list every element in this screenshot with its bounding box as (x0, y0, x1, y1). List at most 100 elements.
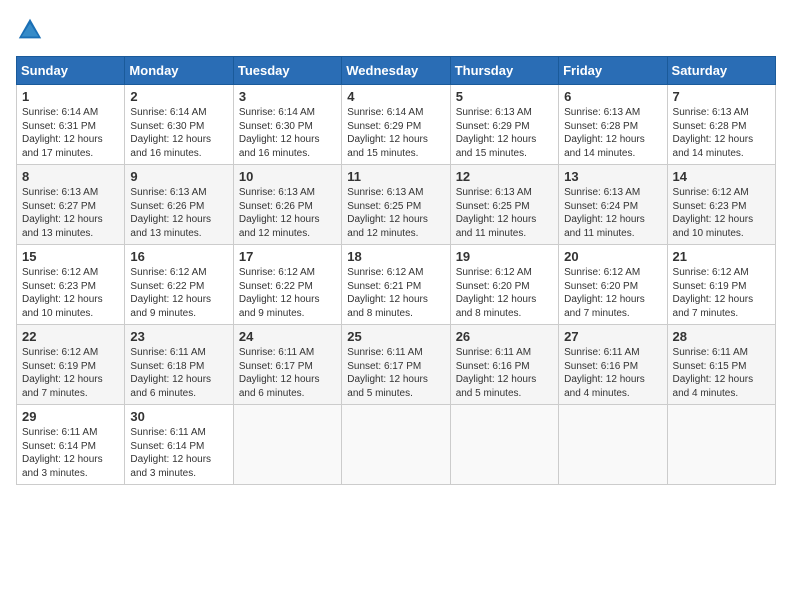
day-info: Sunrise: 6:14 AM Sunset: 6:30 PM Dayligh… (130, 106, 227, 160)
calendar-cell: 18 Sunrise: 6:12 AM Sunset: 6:21 PM Dayl… (342, 245, 450, 325)
calendar-cell: 8 Sunrise: 6:13 AM Sunset: 6:27 PM Dayli… (17, 165, 125, 245)
calendar-cell (450, 405, 558, 485)
day-info: Sunrise: 6:12 AM Sunset: 6:21 PM Dayligh… (347, 266, 444, 320)
day-number: 1 (22, 89, 119, 104)
page-header (16, 16, 776, 44)
calendar-cell: 30 Sunrise: 6:11 AM Sunset: 6:14 PM Dayl… (125, 405, 233, 485)
day-number: 28 (673, 329, 770, 344)
day-number: 4 (347, 89, 444, 104)
logo (16, 16, 48, 44)
calendar-cell: 3 Sunrise: 6:14 AM Sunset: 6:30 PM Dayli… (233, 85, 341, 165)
calendar-cell: 27 Sunrise: 6:11 AM Sunset: 6:16 PM Dayl… (559, 325, 667, 405)
day-info: Sunrise: 6:11 AM Sunset: 6:16 PM Dayligh… (564, 346, 661, 400)
calendar-cell: 20 Sunrise: 6:12 AM Sunset: 6:20 PM Dayl… (559, 245, 667, 325)
day-number: 7 (673, 89, 770, 104)
calendar-cell: 26 Sunrise: 6:11 AM Sunset: 6:16 PM Dayl… (450, 325, 558, 405)
day-number: 16 (130, 249, 227, 264)
day-number: 13 (564, 169, 661, 184)
calendar-cell: 1 Sunrise: 6:14 AM Sunset: 6:31 PM Dayli… (17, 85, 125, 165)
day-info: Sunrise: 6:14 AM Sunset: 6:29 PM Dayligh… (347, 106, 444, 160)
day-number: 30 (130, 409, 227, 424)
calendar-cell: 7 Sunrise: 6:13 AM Sunset: 6:28 PM Dayli… (667, 85, 775, 165)
calendar-cell (667, 405, 775, 485)
calendar-cell: 11 Sunrise: 6:13 AM Sunset: 6:25 PM Dayl… (342, 165, 450, 245)
day-number: 2 (130, 89, 227, 104)
day-number: 24 (239, 329, 336, 344)
calendar-cell: 17 Sunrise: 6:12 AM Sunset: 6:22 PM Dayl… (233, 245, 341, 325)
calendar-cell: 14 Sunrise: 6:12 AM Sunset: 6:23 PM Dayl… (667, 165, 775, 245)
day-info: Sunrise: 6:14 AM Sunset: 6:30 PM Dayligh… (239, 106, 336, 160)
day-info: Sunrise: 6:13 AM Sunset: 6:28 PM Dayligh… (564, 106, 661, 160)
logo-icon (16, 16, 44, 44)
day-number: 25 (347, 329, 444, 344)
day-number: 19 (456, 249, 553, 264)
col-header-friday: Friday (559, 57, 667, 85)
day-info: Sunrise: 6:11 AM Sunset: 6:16 PM Dayligh… (456, 346, 553, 400)
calendar-cell: 23 Sunrise: 6:11 AM Sunset: 6:18 PM Dayl… (125, 325, 233, 405)
calendar-week-row: 15 Sunrise: 6:12 AM Sunset: 6:23 PM Dayl… (17, 245, 776, 325)
day-number: 26 (456, 329, 553, 344)
day-info: Sunrise: 6:12 AM Sunset: 6:19 PM Dayligh… (673, 266, 770, 320)
calendar-cell: 12 Sunrise: 6:13 AM Sunset: 6:25 PM Dayl… (450, 165, 558, 245)
day-number: 22 (22, 329, 119, 344)
day-number: 27 (564, 329, 661, 344)
day-info: Sunrise: 6:11 AM Sunset: 6:14 PM Dayligh… (22, 426, 119, 480)
calendar-cell: 28 Sunrise: 6:11 AM Sunset: 6:15 PM Dayl… (667, 325, 775, 405)
day-info: Sunrise: 6:12 AM Sunset: 6:22 PM Dayligh… (130, 266, 227, 320)
day-number: 11 (347, 169, 444, 184)
day-number: 9 (130, 169, 227, 184)
day-info: Sunrise: 6:11 AM Sunset: 6:14 PM Dayligh… (130, 426, 227, 480)
day-info: Sunrise: 6:12 AM Sunset: 6:22 PM Dayligh… (239, 266, 336, 320)
col-header-thursday: Thursday (450, 57, 558, 85)
day-info: Sunrise: 6:13 AM Sunset: 6:28 PM Dayligh… (673, 106, 770, 160)
calendar-cell: 15 Sunrise: 6:12 AM Sunset: 6:23 PM Dayl… (17, 245, 125, 325)
calendar-table: SundayMondayTuesdayWednesdayThursdayFrid… (16, 56, 776, 485)
calendar-week-row: 1 Sunrise: 6:14 AM Sunset: 6:31 PM Dayli… (17, 85, 776, 165)
calendar-cell (559, 405, 667, 485)
day-info: Sunrise: 6:12 AM Sunset: 6:23 PM Dayligh… (22, 266, 119, 320)
day-info: Sunrise: 6:14 AM Sunset: 6:31 PM Dayligh… (22, 106, 119, 160)
day-info: Sunrise: 6:12 AM Sunset: 6:19 PM Dayligh… (22, 346, 119, 400)
day-number: 21 (673, 249, 770, 264)
day-info: Sunrise: 6:12 AM Sunset: 6:23 PM Dayligh… (673, 186, 770, 240)
calendar-cell: 4 Sunrise: 6:14 AM Sunset: 6:29 PM Dayli… (342, 85, 450, 165)
day-info: Sunrise: 6:12 AM Sunset: 6:20 PM Dayligh… (564, 266, 661, 320)
day-number: 17 (239, 249, 336, 264)
day-info: Sunrise: 6:13 AM Sunset: 6:26 PM Dayligh… (130, 186, 227, 240)
day-number: 12 (456, 169, 553, 184)
calendar-cell: 25 Sunrise: 6:11 AM Sunset: 6:17 PM Dayl… (342, 325, 450, 405)
calendar-cell (233, 405, 341, 485)
col-header-saturday: Saturday (667, 57, 775, 85)
calendar-cell: 10 Sunrise: 6:13 AM Sunset: 6:26 PM Dayl… (233, 165, 341, 245)
col-header-sunday: Sunday (17, 57, 125, 85)
calendar-week-row: 8 Sunrise: 6:13 AM Sunset: 6:27 PM Dayli… (17, 165, 776, 245)
day-number: 20 (564, 249, 661, 264)
calendar-cell: 19 Sunrise: 6:12 AM Sunset: 6:20 PM Dayl… (450, 245, 558, 325)
calendar-header-row: SundayMondayTuesdayWednesdayThursdayFrid… (17, 57, 776, 85)
calendar-week-row: 22 Sunrise: 6:12 AM Sunset: 6:19 PM Dayl… (17, 325, 776, 405)
day-number: 29 (22, 409, 119, 424)
calendar-week-row: 29 Sunrise: 6:11 AM Sunset: 6:14 PM Dayl… (17, 405, 776, 485)
day-number: 3 (239, 89, 336, 104)
day-info: Sunrise: 6:11 AM Sunset: 6:18 PM Dayligh… (130, 346, 227, 400)
calendar-cell: 2 Sunrise: 6:14 AM Sunset: 6:30 PM Dayli… (125, 85, 233, 165)
day-number: 23 (130, 329, 227, 344)
calendar-cell: 6 Sunrise: 6:13 AM Sunset: 6:28 PM Dayli… (559, 85, 667, 165)
day-info: Sunrise: 6:13 AM Sunset: 6:24 PM Dayligh… (564, 186, 661, 240)
day-number: 8 (22, 169, 119, 184)
calendar-cell: 24 Sunrise: 6:11 AM Sunset: 6:17 PM Dayl… (233, 325, 341, 405)
calendar-cell: 13 Sunrise: 6:13 AM Sunset: 6:24 PM Dayl… (559, 165, 667, 245)
day-number: 5 (456, 89, 553, 104)
day-info: Sunrise: 6:13 AM Sunset: 6:26 PM Dayligh… (239, 186, 336, 240)
day-info: Sunrise: 6:12 AM Sunset: 6:20 PM Dayligh… (456, 266, 553, 320)
calendar-cell: 9 Sunrise: 6:13 AM Sunset: 6:26 PM Dayli… (125, 165, 233, 245)
calendar-cell: 16 Sunrise: 6:12 AM Sunset: 6:22 PM Dayl… (125, 245, 233, 325)
calendar-cell: 22 Sunrise: 6:12 AM Sunset: 6:19 PM Dayl… (17, 325, 125, 405)
day-number: 18 (347, 249, 444, 264)
day-number: 14 (673, 169, 770, 184)
calendar-cell: 5 Sunrise: 6:13 AM Sunset: 6:29 PM Dayli… (450, 85, 558, 165)
day-info: Sunrise: 6:13 AM Sunset: 6:29 PM Dayligh… (456, 106, 553, 160)
day-info: Sunrise: 6:11 AM Sunset: 6:17 PM Dayligh… (239, 346, 336, 400)
day-info: Sunrise: 6:13 AM Sunset: 6:27 PM Dayligh… (22, 186, 119, 240)
col-header-tuesday: Tuesday (233, 57, 341, 85)
